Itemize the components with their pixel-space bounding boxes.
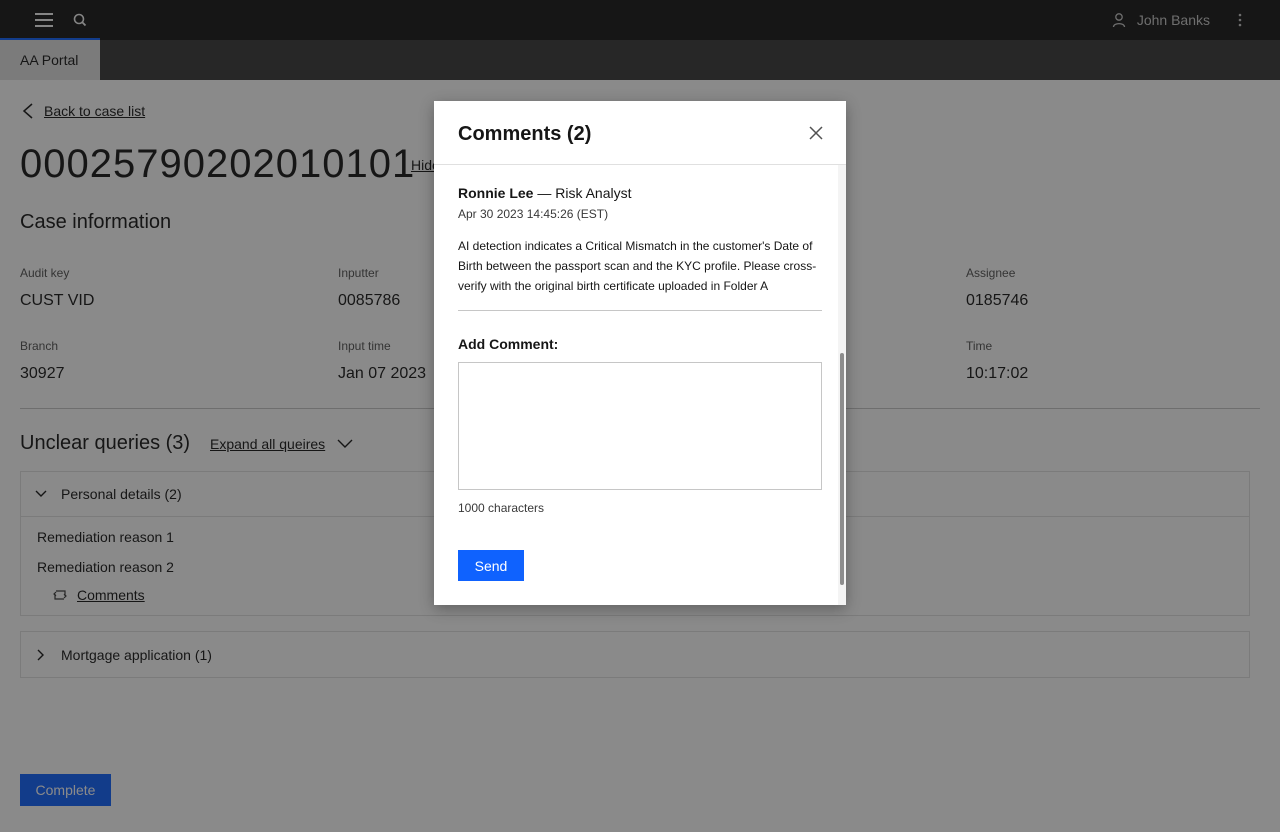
character-limit: 1000 characters: [458, 501, 545, 515]
comment-text: AI detection indicates a Critical Mismat…: [458, 239, 817, 293]
modal-header: Comments (2): [434, 101, 846, 165]
comment-timestamp: Apr 30 2023 14:45:26 (EST): [458, 207, 609, 221]
add-comment-label: Add Comment:: [458, 336, 559, 352]
modal-scrollbar[interactable]: [838, 165, 846, 605]
comment-author-role: Risk Analyst: [555, 185, 632, 201]
scrollbar-thumb[interactable]: [840, 353, 844, 585]
author-separator: —: [537, 185, 556, 201]
comment-author: Ronnie Lee — Risk Analyst: [458, 185, 632, 201]
comment-author-name: Ronnie Lee: [458, 185, 534, 201]
comment-divider: [458, 310, 822, 311]
modal-title: Comments (2): [458, 123, 592, 145]
send-button[interactable]: Send: [458, 550, 524, 581]
modal-body: Ronnie Lee — Risk Analyst Apr 30 2023 14…: [434, 165, 838, 605]
close-icon[interactable]: [806, 123, 826, 143]
comment-textarea[interactable]: [458, 362, 822, 490]
comments-modal: Comments (2) Ronnie Lee — Risk Analyst A…: [434, 101, 846, 605]
